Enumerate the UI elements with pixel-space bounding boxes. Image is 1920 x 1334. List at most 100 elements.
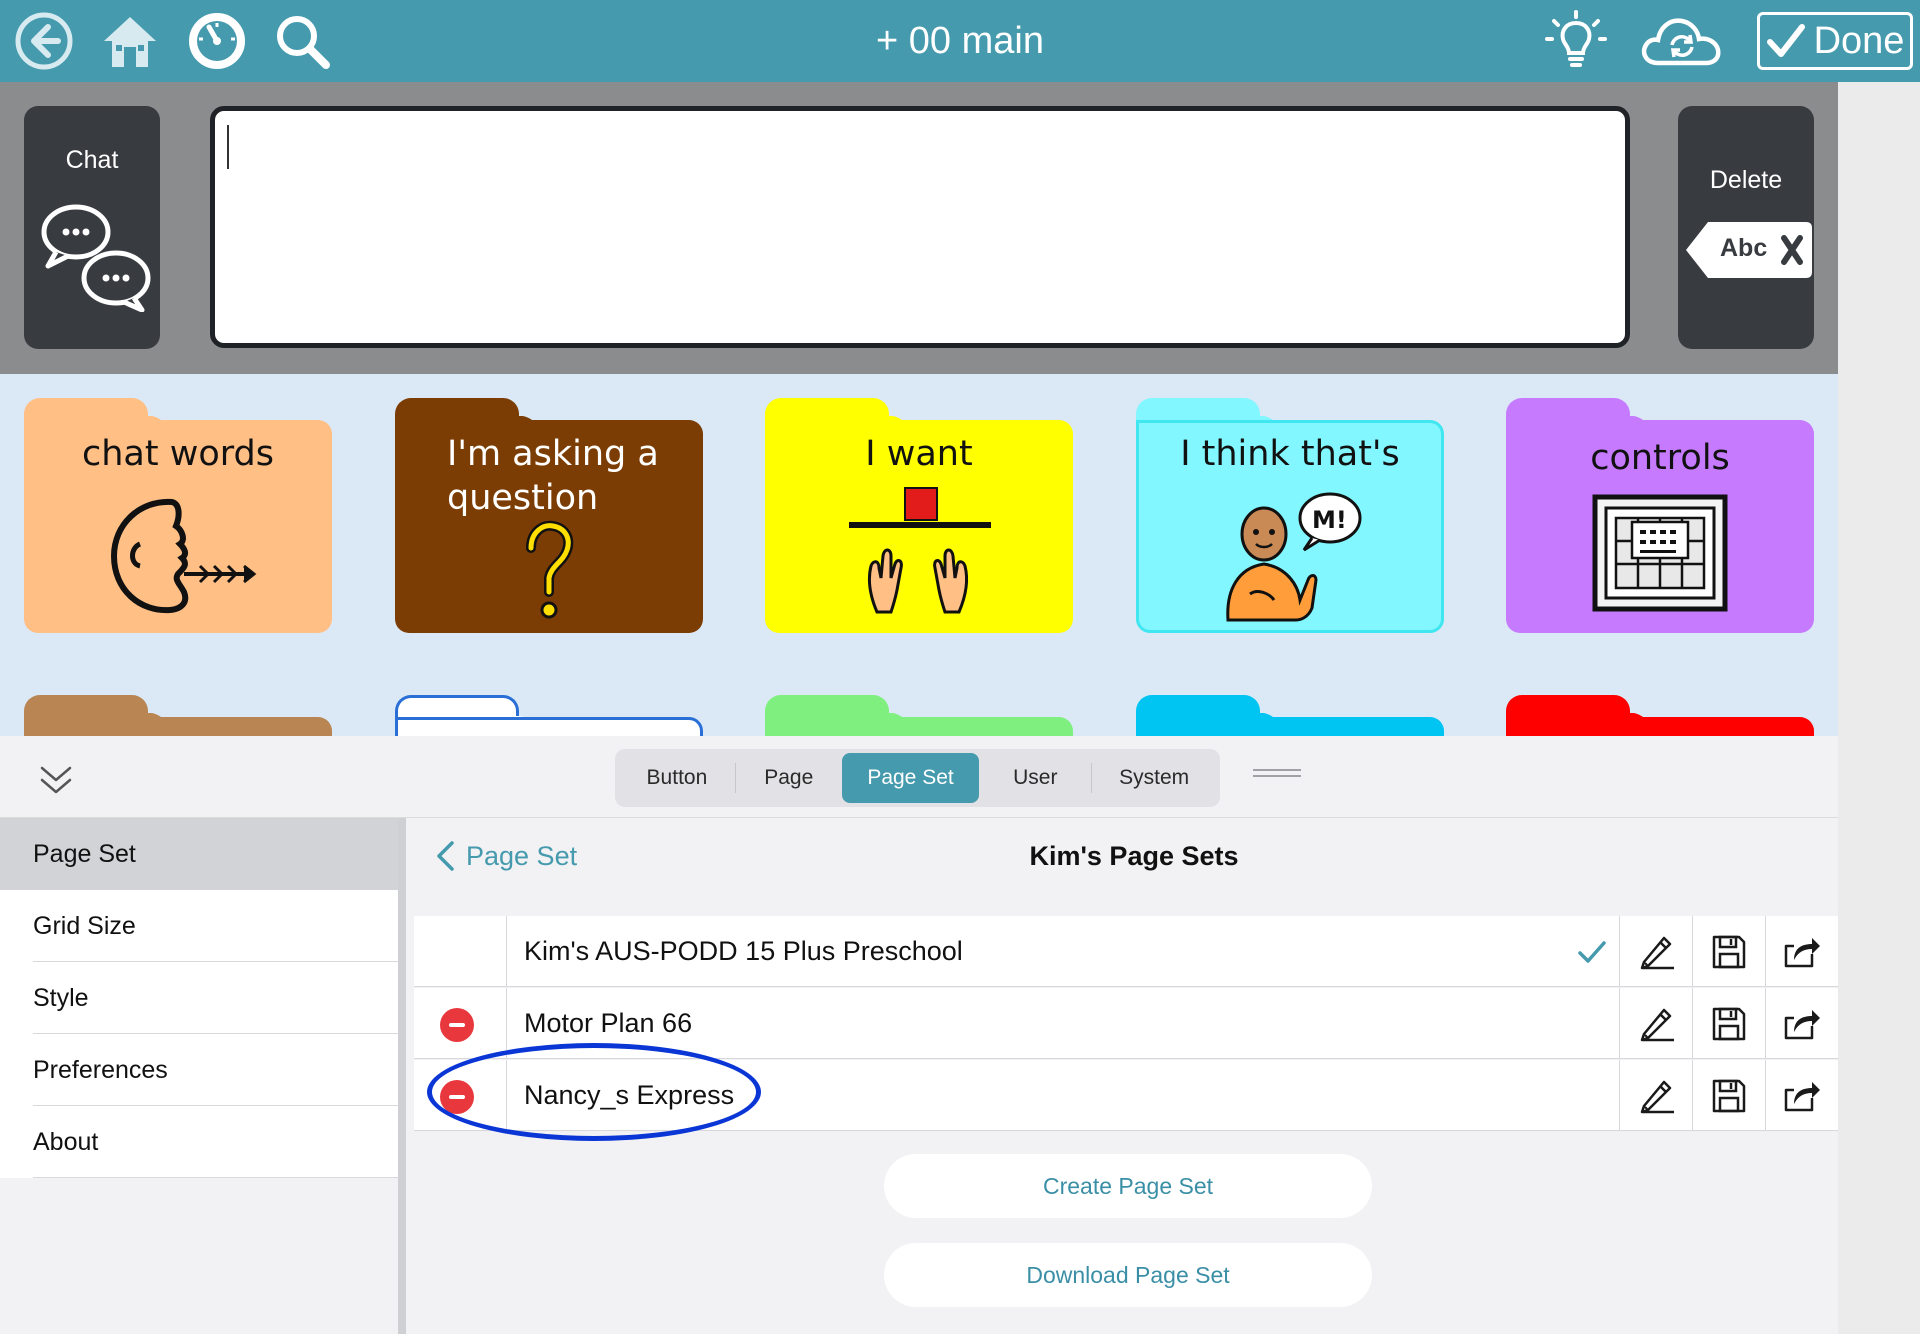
chat-bubbles-icon (41, 204, 151, 312)
share-arrow-icon (1784, 1081, 1820, 1111)
tab-page-set[interactable]: Page Set (841, 753, 980, 803)
create-page-set-button[interactable]: Create Page Set (884, 1154, 1372, 1218)
download-page-set-button[interactable]: Download Page Set (884, 1243, 1372, 1307)
sidebar-item-style[interactable]: Style (0, 962, 398, 1034)
sidebar-item-label: Style (33, 984, 89, 1012)
chevron-left-icon (437, 841, 454, 871)
message-area: Chat Delete Abc (0, 82, 1838, 374)
page-set-name: Kim's AUS-PODD 15 Plus Preschool (524, 936, 963, 966)
divider (33, 1177, 398, 1178)
sidebar-item-label: Page Set (33, 840, 136, 868)
delete-button[interactable]: Delete Abc (1678, 106, 1814, 349)
home-icon[interactable] (98, 9, 162, 73)
folder-asking-question[interactable]: I'm asking a question (395, 398, 703, 633)
pencil-icon (1640, 1080, 1674, 1113)
rename-button[interactable] (1620, 1060, 1692, 1131)
page-set-row[interactable]: Motor Plan 66 (414, 988, 1838, 1059)
sidebar-item-preferences[interactable]: Preferences (0, 1034, 398, 1106)
delete-page-set-button[interactable] (440, 1080, 474, 1114)
share-button[interactable] (1766, 1060, 1838, 1131)
back-arrow-icon[interactable] (12, 9, 76, 73)
backspace-icon-text: Abc (1720, 234, 1768, 262)
cloud-sync-icon[interactable] (1636, 9, 1728, 73)
folder-i-want[interactable]: I want (765, 398, 1073, 633)
chat-button[interactable]: Chat (24, 106, 160, 349)
speaking-face-icon (110, 498, 257, 614)
svg-text:M!: M! (1312, 506, 1347, 534)
rename-button[interactable] (1620, 988, 1692, 1059)
folder-body (395, 717, 703, 736)
sidebar-item-grid-size[interactable]: Grid Size (0, 890, 398, 962)
page-sets-title: Kim's Page Sets (1029, 841, 1239, 871)
pencil-icon (1640, 936, 1674, 969)
divider (506, 1060, 507, 1130)
save-button[interactable] (1693, 988, 1765, 1059)
search-icon[interactable] (270, 9, 334, 73)
tab-page[interactable]: Page (736, 753, 842, 803)
speedometer-icon[interactable] (185, 9, 249, 73)
save-disk-icon (1712, 1079, 1746, 1112)
page-sets-content: Page Set Kim's Page Sets Kim's AUS-PODD … (414, 818, 1838, 1334)
save-button[interactable] (1693, 916, 1765, 987)
question-mark-icon (526, 520, 574, 619)
share-arrow-icon (1784, 937, 1820, 967)
folder-i-think-thats[interactable]: I think that's M! (1136, 398, 1444, 633)
folder-controls[interactable]: controls (1506, 398, 1814, 633)
folder-chat-words[interactable]: chat words (24, 398, 332, 633)
collapse-chevron-icon[interactable] (38, 762, 74, 798)
settings-panel: Button Page Page Set User System Page Se… (0, 736, 1838, 1334)
page-set-row[interactable]: Kim's AUS-PODD 15 Plus Preschool (414, 916, 1838, 987)
vocabulary-grid: chat words I'm asking a question I want … (0, 374, 1838, 736)
folder-partial[interactable] (1506, 695, 1814, 736)
panel-tab-bar: Button Page Page Set User System (615, 749, 1220, 807)
want-hands-icon (849, 487, 991, 614)
panel-header: Button Page Page Set User System (0, 736, 1838, 818)
page-set-name: Motor Plan 66 (524, 1008, 693, 1038)
sidebar-item-label: Preferences (33, 1056, 168, 1084)
delete-page-set-button[interactable] (440, 1008, 474, 1042)
sidebar-item-about[interactable]: About (0, 1106, 398, 1178)
folder-partial[interactable] (395, 695, 703, 736)
lightbulb-icon[interactable] (1544, 9, 1608, 73)
tab-user[interactable]: User (979, 753, 1091, 803)
backspace-icon: Abc (1686, 220, 1812, 280)
page-title: + 00 main (876, 20, 1044, 62)
tab-button[interactable]: Button (619, 753, 735, 803)
app-root: + 00 main Done Chat Delete Abc chat word… (0, 0, 1920, 1334)
chat-label: Chat (65, 146, 119, 174)
rename-button[interactable] (1620, 916, 1692, 987)
divider (506, 988, 507, 1058)
folder-body (1506, 717, 1814, 736)
sidebar-item-label: About (33, 1128, 99, 1156)
folder-partial[interactable] (765, 695, 1073, 736)
share-button[interactable] (1766, 988, 1838, 1059)
save-disk-icon (1712, 1007, 1746, 1040)
sidebar-item-page-set[interactable]: Page Set (0, 818, 398, 890)
share-arrow-icon (1784, 1009, 1820, 1039)
divider (506, 916, 507, 986)
folder-body (24, 717, 332, 736)
active-checkmark-icon (1578, 941, 1606, 963)
folder-partial[interactable] (24, 695, 332, 736)
settings-sidebar: Page Set Grid Size Style Preferences Abo… (0, 818, 406, 1334)
tab-system[interactable]: System (1092, 753, 1216, 803)
sidebar-item-label: Grid Size (33, 912, 136, 940)
pencil-icon (1640, 1008, 1674, 1041)
page-set-name: Nancy_s Express (524, 1080, 735, 1110)
save-disk-icon (1712, 935, 1746, 968)
back-label: Page Set (466, 840, 578, 871)
page-set-row[interactable]: Nancy_s Express (414, 1060, 1838, 1131)
drag-handle[interactable] (1253, 769, 1301, 783)
done-button[interactable]: Done (1757, 12, 1913, 70)
save-button[interactable] (1693, 1060, 1765, 1131)
text-caret (227, 125, 229, 169)
top-bar: + 00 main Done (0, 0, 1920, 82)
person-thinking-icon: M! (1226, 492, 1362, 622)
folder-body (765, 717, 1073, 736)
folder-label: I'm asking a question (447, 434, 659, 518)
message-text-box[interactable] (210, 106, 1630, 348)
delete-label: Delete (1709, 166, 1783, 194)
folder-partial[interactable] (1136, 695, 1444, 736)
back-to-page-set-link[interactable]: Page Set (434, 836, 577, 876)
share-button[interactable] (1766, 916, 1838, 987)
